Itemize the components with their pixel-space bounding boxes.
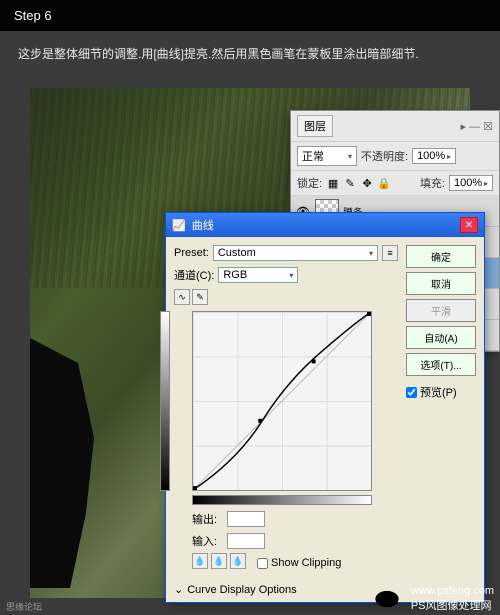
watermark: www.psfeng.com PS风图像处理网 <box>367 585 494 613</box>
show-clipping-checkbox[interactable] <box>257 558 268 569</box>
curves-dialog: 📈 曲线 ✕ Preset: Custom▾ ≡ 通道(C): RGB▾ ∿ ✎ <box>165 212 485 603</box>
curve-graph[interactable] <box>192 311 372 491</box>
panel-controls[interactable]: ▸ — ☒ <box>461 120 494 133</box>
preset-label: Preset: <box>174 247 209 259</box>
expand-icon: ⌄ <box>174 583 183 596</box>
instruction-text: 这步是整体细节的调整.用[曲线]提亮.然后用黑色画笔在蒙板里涂出暗部细节. <box>0 31 500 77</box>
pencil-tool-icon[interactable]: ✎ <box>192 289 208 305</box>
preview-checkbox[interactable] <box>406 387 417 398</box>
close-icon[interactable]: ✕ <box>460 217 478 233</box>
dialog-titlebar[interactable]: 📈 曲线 ✕ <box>166 213 484 237</box>
curves-icon: 📈 <box>172 219 186 232</box>
preset-select[interactable]: Custom▾ <box>213 245 378 261</box>
input-field[interactable] <box>227 533 265 549</box>
output-label: 输出: <box>192 511 217 527</box>
input-gradient <box>192 495 372 505</box>
dialog-title: 曲线 <box>192 217 214 233</box>
dark-silhouette <box>30 338 110 588</box>
layers-tab[interactable]: 图层 <box>297 115 333 137</box>
ok-button[interactable]: 确定 <box>406 245 476 268</box>
footer-credit: 思缘论坛 <box>6 600 42 613</box>
auto-button[interactable]: 自动(A) <box>406 326 476 349</box>
watermark-logo <box>367 585 407 613</box>
step-header: Step 6 <box>0 0 500 31</box>
smooth-button: 平滑 <box>406 299 476 322</box>
eyedropper-white-icon[interactable]: 💧 <box>230 553 246 569</box>
options-button[interactable]: 选项(T)... <box>406 353 476 376</box>
opacity-label: 不透明度: <box>361 148 408 164</box>
eyedropper-gray-icon[interactable]: 💧 <box>211 553 227 569</box>
fill-value[interactable]: 100%▸ <box>449 175 493 191</box>
fill-label: 填充: <box>420 175 445 191</box>
preset-menu-icon[interactable]: ≡ <box>382 245 398 261</box>
channel-select[interactable]: RGB▾ <box>218 267 298 283</box>
input-label: 输入: <box>192 533 217 549</box>
channel-label: 通道(C): <box>174 267 214 283</box>
lock-label: 锁定: <box>297 175 322 191</box>
eyedropper-black-icon[interactable]: 💧 <box>192 553 208 569</box>
output-field[interactable] <box>227 511 265 527</box>
curve-tool-icon[interactable]: ∿ <box>174 289 190 305</box>
blend-mode-select[interactable]: 正常▾ <box>297 146 357 166</box>
output-gradient <box>160 311 170 491</box>
lock-icons[interactable]: ▦✎✥🔒 <box>326 176 391 190</box>
cancel-button[interactable]: 取消 <box>406 272 476 295</box>
opacity-value[interactable]: 100%▸ <box>412 148 456 164</box>
